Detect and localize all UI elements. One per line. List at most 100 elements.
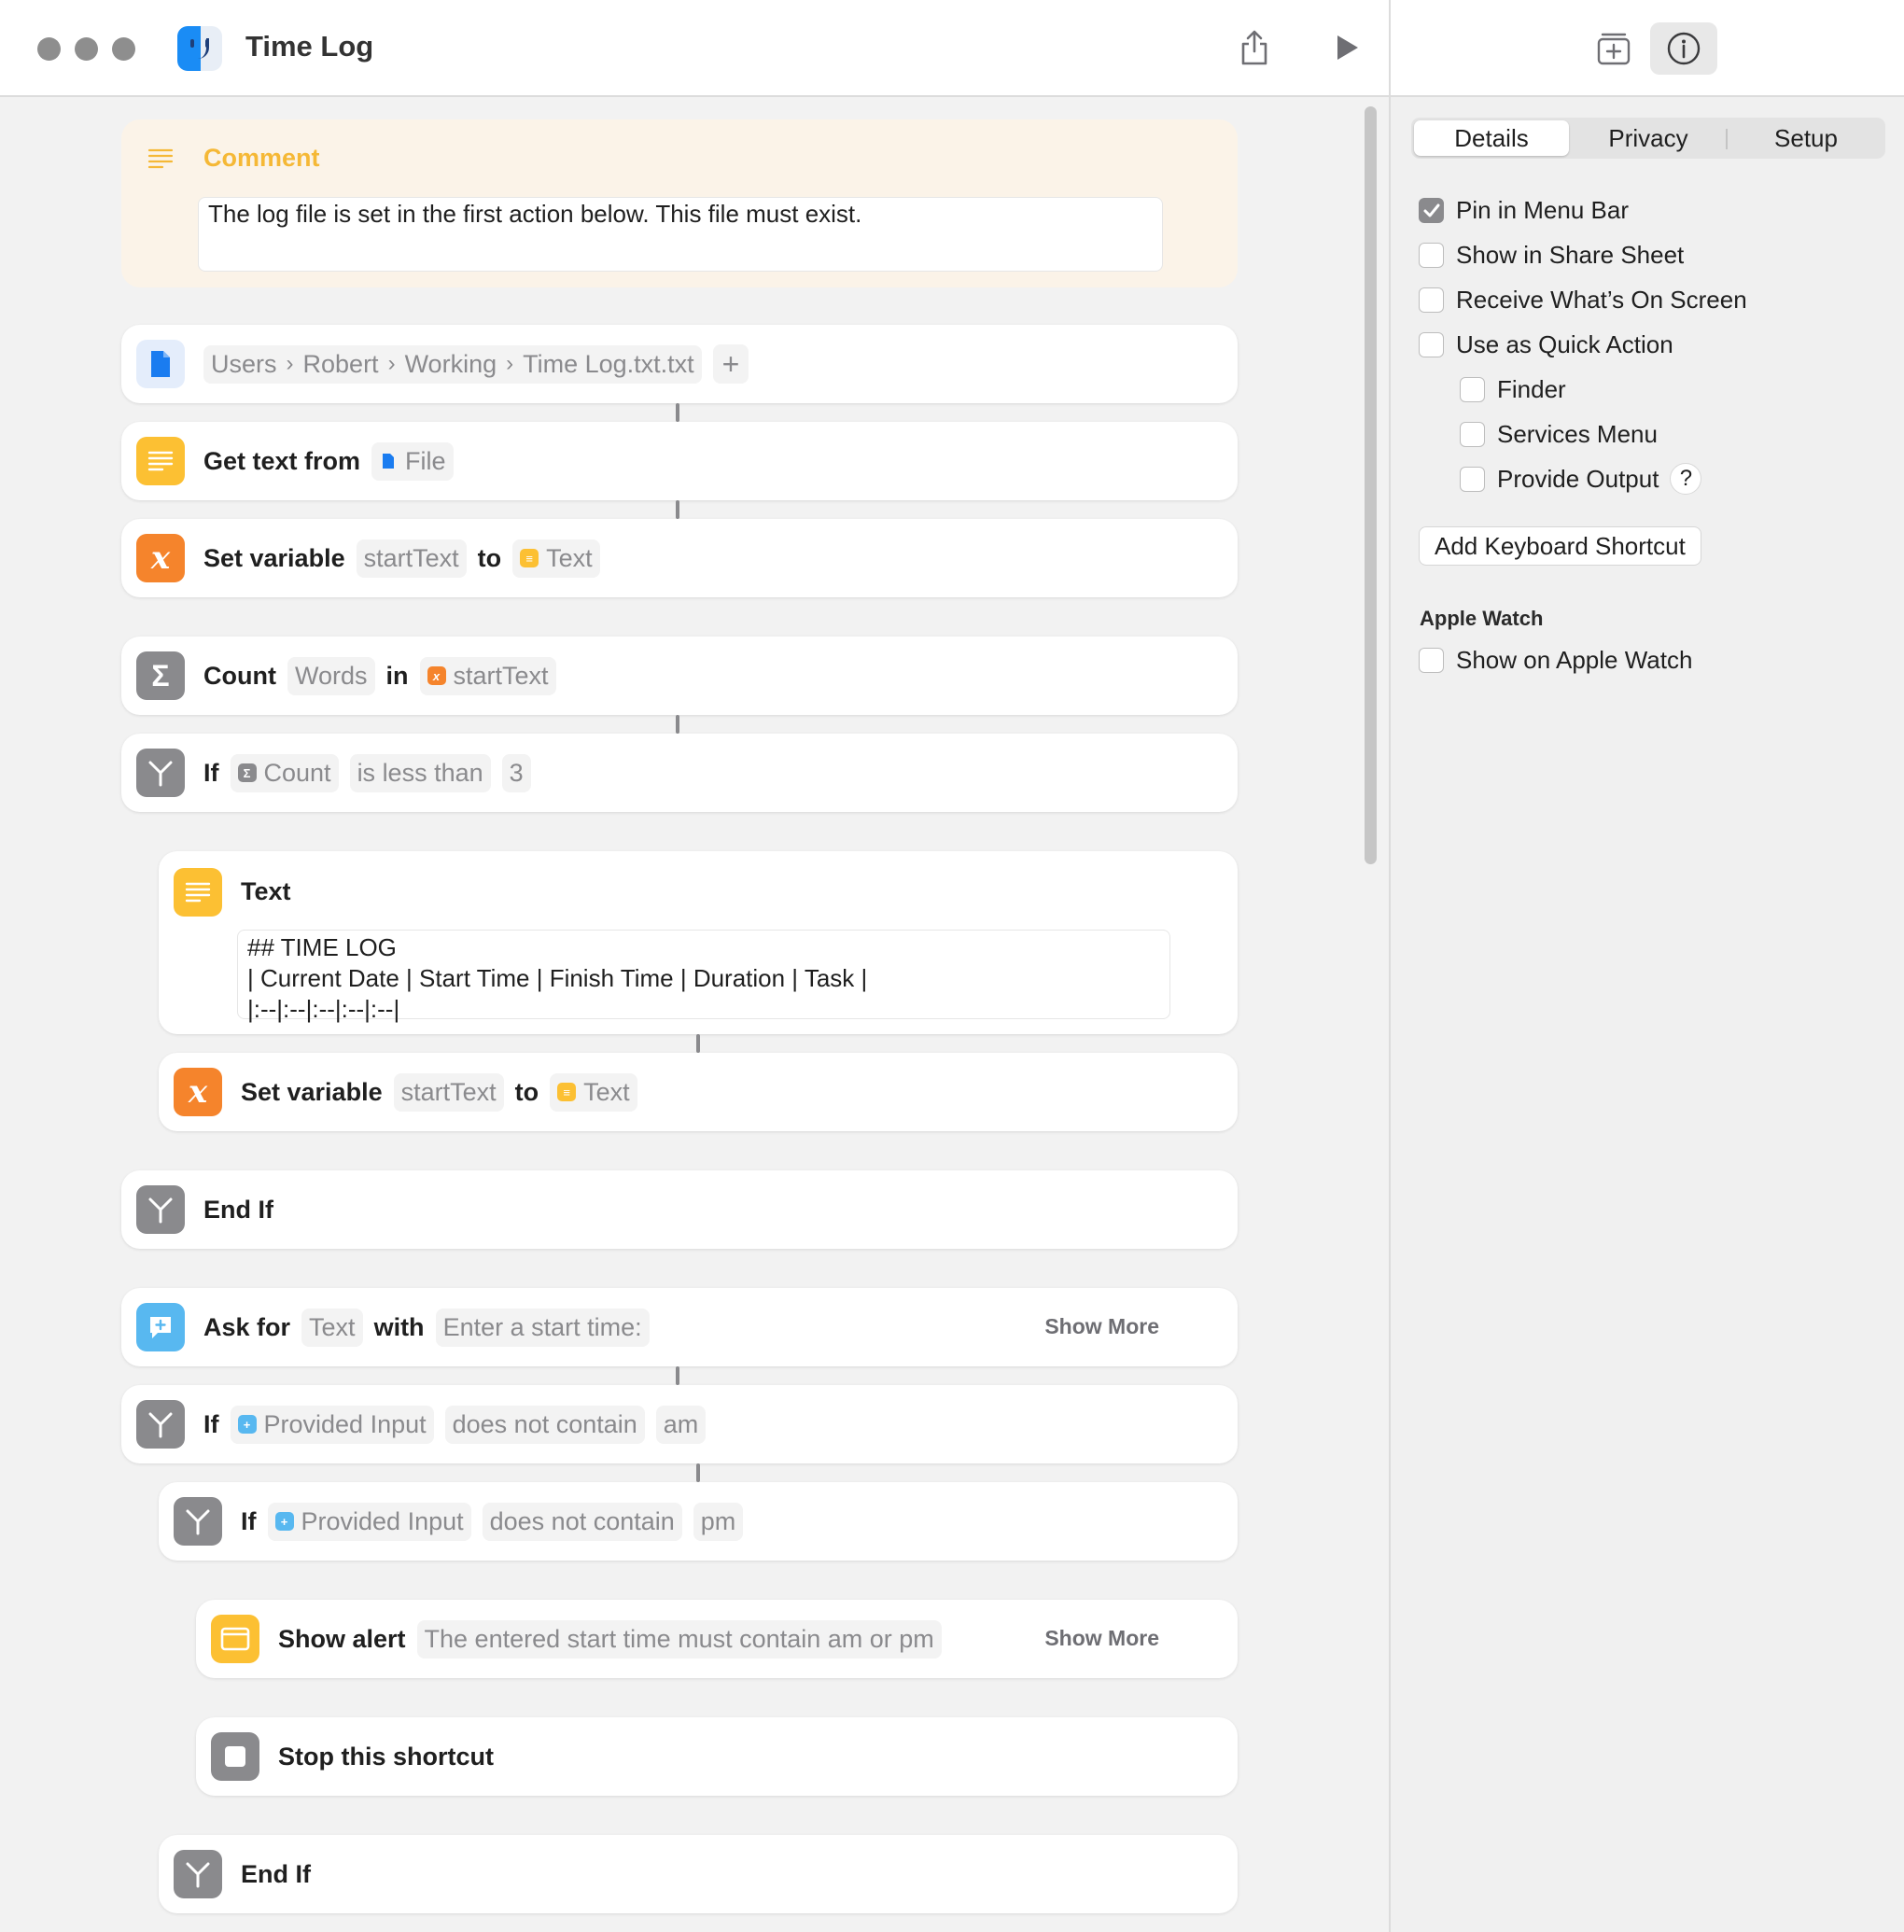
quick-action-option[interactable]: Use as Quick Action	[1419, 330, 1673, 359]
condition-token[interactable]: does not contain	[482, 1502, 682, 1541]
end-if-action[interactable]: End If	[159, 1835, 1238, 1913]
apple-watch-option[interactable]: Show on Apple Watch	[1419, 646, 1692, 675]
value-token[interactable]: 3	[501, 753, 531, 792]
connector	[676, 715, 679, 734]
receive-screen-option[interactable]: Receive What’s On Screen	[1419, 286, 1747, 315]
variable-icon: x	[427, 666, 446, 685]
checkmark-icon	[1423, 203, 1439, 217]
close-window-button[interactable]	[37, 37, 61, 61]
path-segment: Time Log.txt.txt	[523, 349, 694, 378]
ask-for-input-action[interactable]: Ask for Text with Enter a start time: Sh…	[121, 1288, 1238, 1366]
tab-details[interactable]: Details	[1414, 120, 1569, 156]
file-path-token[interactable]: Users › Robert › Working › Time Log.txt.…	[203, 344, 702, 384]
tab-divider	[1726, 129, 1728, 149]
share-sheet-option[interactable]: Show in Share Sheet	[1419, 241, 1684, 270]
tab-privacy[interactable]: Privacy	[1572, 120, 1725, 156]
zoom-window-button[interactable]	[112, 37, 135, 61]
chevron-right-icon: ›	[286, 351, 294, 376]
sigma-icon: Σ	[237, 763, 257, 782]
show-more-button[interactable]: Show More	[1044, 1626, 1159, 1651]
comment-action[interactable]: Comment The log file is set in the first…	[121, 119, 1238, 287]
get-text-action[interactable]: Get text from File	[121, 422, 1238, 500]
add-path-button[interactable]: +	[712, 344, 749, 384]
text-variable-token[interactable]: ≡ Text	[512, 539, 600, 578]
add-keyboard-shortcut-button[interactable]: Add Keyboard Shortcut	[1419, 526, 1701, 566]
option-label: Receive What’s On Screen	[1456, 286, 1747, 314]
provide-output-option[interactable]: Provide Output ?	[1460, 463, 1702, 495]
quick-action-checkbox[interactable]	[1419, 332, 1444, 357]
receive-screen-checkbox[interactable]	[1419, 287, 1444, 313]
if-action[interactable]: If + Provided Input does not contain pm	[159, 1482, 1238, 1561]
variable-name-token[interactable]: startText	[393, 1072, 504, 1112]
token-label: Provided Input	[301, 1506, 464, 1535]
pin-menu-bar-option[interactable]: Pin in Menu Bar	[1419, 196, 1629, 225]
inspector-title-bar	[1389, 0, 1904, 97]
set-variable-action[interactable]: x Set variable startText to ≡ Text	[159, 1053, 1238, 1131]
input-type-token[interactable]: Text	[301, 1308, 363, 1347]
action-label: with	[373, 1312, 425, 1341]
pin-menu-bar-checkbox[interactable]	[1419, 198, 1444, 223]
share-sheet-checkbox[interactable]	[1419, 243, 1444, 268]
apple-watch-checkbox[interactable]	[1419, 648, 1444, 673]
value-token[interactable]: am	[655, 1405, 707, 1444]
count-action[interactable]: Σ Count Words in x startText	[121, 637, 1238, 715]
action-library-button[interactable]	[1590, 24, 1637, 71]
value-token[interactable]: pm	[693, 1502, 744, 1541]
speech-bubble-icon	[136, 1303, 185, 1351]
end-if-action[interactable]: End If	[121, 1170, 1238, 1249]
count-unit-token[interactable]: Words	[287, 656, 375, 695]
services-menu-checkbox[interactable]	[1460, 422, 1485, 447]
text-lines-icon	[136, 437, 185, 485]
prompt-field[interactable]: Enter a start time:	[435, 1308, 650, 1347]
condition-token[interactable]: is less than	[349, 753, 491, 792]
variable-token[interactable]: x startText	[419, 656, 556, 695]
branch-icon	[136, 1400, 185, 1449]
show-more-button[interactable]: Show More	[1044, 1314, 1159, 1339]
show-alert-action[interactable]: Show alert The entered start time must c…	[196, 1600, 1238, 1678]
chevron-right-icon: ›	[387, 351, 396, 376]
provided-input-token[interactable]: + Provided Input	[230, 1405, 434, 1444]
token-label: File	[405, 446, 446, 475]
title-bar: Time Log	[0, 0, 1389, 97]
help-button[interactable]: ?	[1670, 463, 1702, 495]
finder-checkbox[interactable]	[1460, 377, 1485, 402]
inspector-tabs: Details Privacy Setup	[1411, 118, 1885, 159]
finder-option[interactable]: Finder	[1460, 375, 1566, 404]
variable-icon: x	[136, 534, 185, 582]
info-button[interactable]	[1650, 22, 1717, 75]
text-content-field[interactable]: ## TIME LOG | Current Date | Start Time …	[237, 930, 1170, 1023]
file-variable-token[interactable]: File	[371, 441, 454, 481]
provided-input-token[interactable]: + Provided Input	[267, 1502, 471, 1541]
text-action[interactable]: Text ## TIME LOG | Current Date | Start …	[159, 851, 1238, 1034]
variable-name-token[interactable]: startText	[356, 539, 467, 578]
token-label: Text	[546, 543, 593, 572]
share-button[interactable]	[1231, 24, 1278, 71]
file-action[interactable]: Users › Robert › Working › Time Log.txt.…	[121, 325, 1238, 403]
if-action[interactable]: If Σ Count is less than 3	[121, 734, 1238, 812]
set-variable-action[interactable]: x Set variable startText to ≡ Text	[121, 519, 1238, 597]
comment-text-field[interactable]: The log file is set in the first action …	[198, 197, 1163, 272]
services-menu-option[interactable]: Services Menu	[1460, 420, 1658, 449]
tab-setup[interactable]: Setup	[1729, 120, 1883, 156]
path-segment: Users	[211, 349, 277, 378]
speech-bubble-icon: +	[237, 1415, 257, 1434]
connector	[676, 1366, 679, 1385]
provide-output-checkbox[interactable]	[1460, 466, 1485, 492]
editor-scrollbar[interactable]	[1365, 106, 1377, 864]
minimize-window-button[interactable]	[75, 37, 98, 61]
run-button[interactable]	[1323, 24, 1370, 71]
condition-token[interactable]: does not contain	[444, 1405, 645, 1444]
text-variable-token[interactable]: ≡ Text	[550, 1072, 637, 1112]
alert-message-field[interactable]: The entered start time must contain am o…	[416, 1619, 942, 1659]
token-label: Text	[583, 1077, 630, 1106]
play-icon	[1337, 35, 1358, 60]
stop-shortcut-action[interactable]: Stop this shortcut	[196, 1717, 1238, 1796]
action-label: Ask for	[203, 1312, 291, 1341]
if-action[interactable]: If + Provided Input does not contain am	[121, 1385, 1238, 1463]
branch-icon	[174, 1850, 222, 1898]
variable-icon: x	[174, 1068, 222, 1116]
branch-icon	[136, 749, 185, 797]
alert-window-icon	[211, 1615, 259, 1663]
action-label: in	[385, 661, 409, 690]
count-variable-token[interactable]: Σ Count	[230, 753, 339, 792]
